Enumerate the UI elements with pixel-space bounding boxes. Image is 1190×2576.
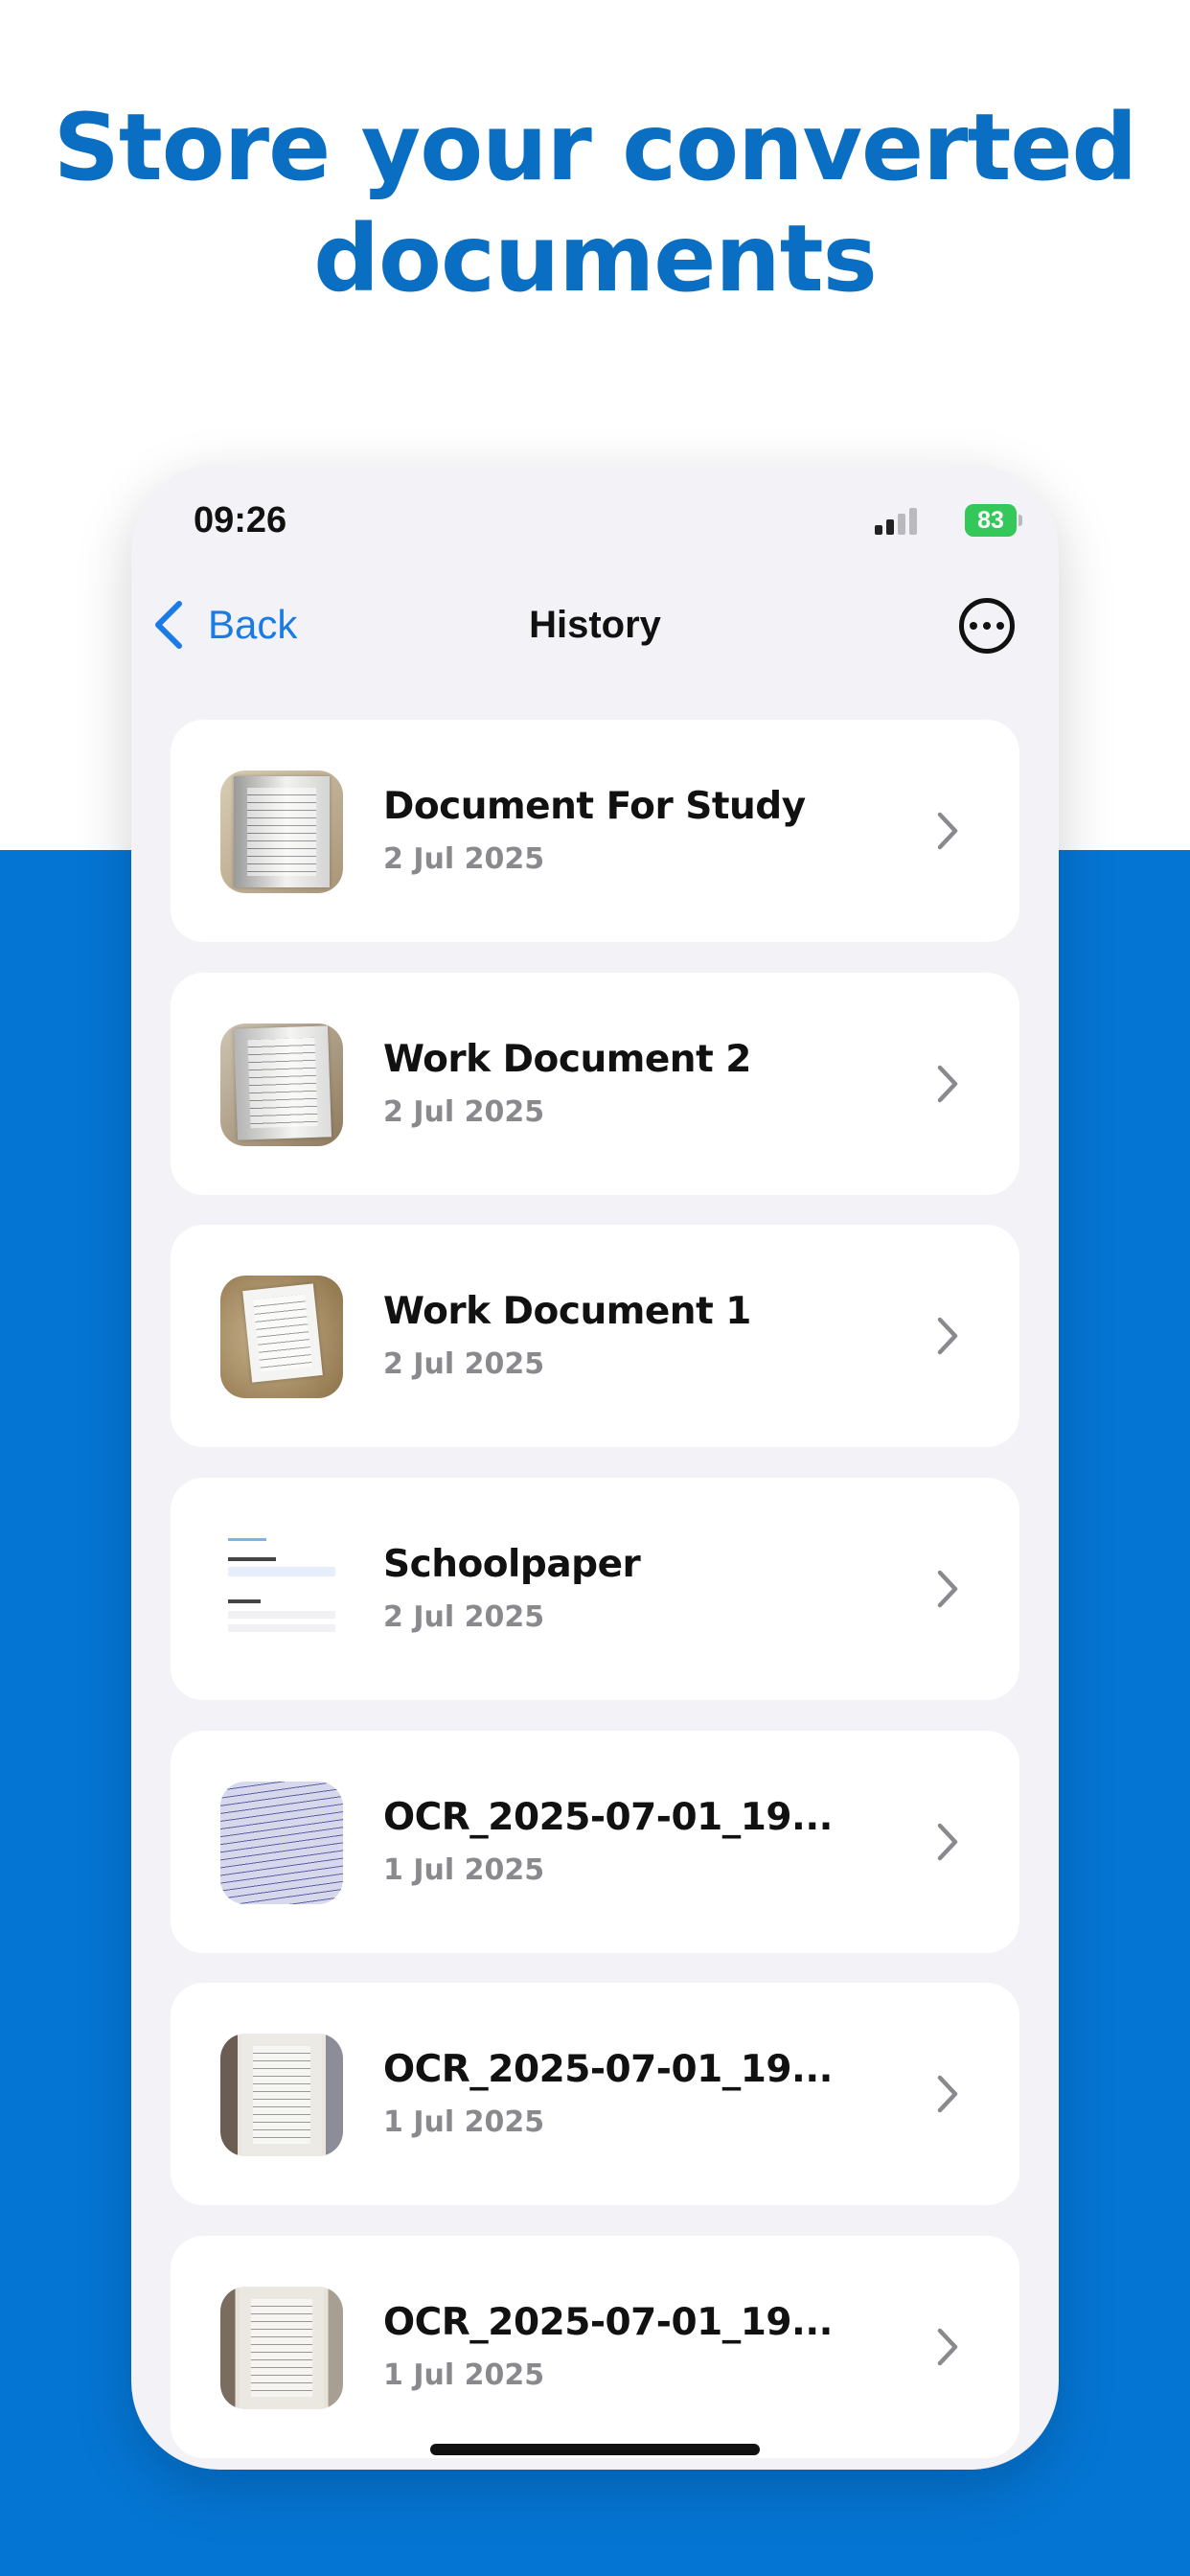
chevron-right-icon	[937, 2328, 958, 2366]
document-date: 1 Jul 2025	[383, 2358, 545, 2392]
history-item-schoolpaper[interactable]: Schoolpaper 2 Jul 2025	[171, 1478, 1019, 1700]
document-date: 2 Jul 2025	[383, 1600, 545, 1634]
document-title: Work Document 1	[383, 1290, 751, 1333]
document-date: 2 Jul 2025	[383, 1347, 545, 1381]
document-date: 1 Jul 2025	[383, 1853, 545, 1887]
home-indicator[interactable]	[430, 2444, 760, 2455]
document-date: 2 Jul 2025	[383, 1095, 545, 1129]
history-item-work-document-2[interactable]: Work Document 2 2 Jul 2025	[171, 973, 1019, 1195]
chevron-right-icon	[937, 2075, 958, 2113]
document-thumbnail	[220, 1024, 343, 1146]
battery-icon: 83	[965, 504, 1022, 537]
document-title: Work Document 2	[383, 1038, 751, 1081]
document-thumbnail	[220, 1782, 343, 1904]
document-date: 2 Jul 2025	[383, 842, 545, 876]
document-title: OCR_2025-07-01_19...	[383, 2048, 834, 2091]
more-options-icon[interactable]	[959, 598, 1015, 654]
document-title: OCR_2025-07-01_19...	[383, 2301, 834, 2344]
phone-screen: 09:26 83 Back History Document For Study…	[131, 464, 1059, 2470]
history-item-document-for-study[interactable]: Document For Study 2 Jul 2025	[171, 720, 1019, 942]
document-thumbnail	[220, 770, 343, 893]
document-thumbnail	[220, 1529, 343, 1651]
chevron-right-icon	[937, 1317, 958, 1355]
history-item-ocr-2[interactable]: OCR_2025-07-01_19... 1 Jul 2025	[171, 1983, 1019, 2205]
document-title: Schoolpaper	[383, 1543, 641, 1586]
headline-line-1: Store your converted	[53, 94, 1137, 201]
chevron-right-icon	[937, 812, 958, 850]
chevron-right-icon	[937, 1065, 958, 1103]
battery-level: 83	[977, 507, 1004, 534]
history-item-ocr-1[interactable]: OCR_2025-07-01_19... 1 Jul 2025	[171, 1731, 1019, 1953]
document-date: 1 Jul 2025	[383, 2105, 545, 2139]
document-title: OCR_2025-07-01_19...	[383, 1796, 834, 1839]
history-item-ocr-3[interactable]: OCR_2025-07-01_19... 1 Jul 2025	[171, 2236, 1019, 2458]
document-title: Document For Study	[383, 785, 806, 828]
signal-icon	[875, 506, 917, 535]
headline-line-2: documents	[313, 205, 877, 312]
status-time: 09:26	[194, 500, 287, 540]
history-item-work-document-1[interactable]: Work Document 1 2 Jul 2025	[171, 1225, 1019, 1447]
marketing-headline: Store your converted documents	[0, 92, 1190, 314]
chevron-right-icon	[937, 1570, 958, 1608]
document-thumbnail	[220, 1276, 343, 1398]
document-thumbnail	[220, 2034, 343, 2156]
page-title: History	[529, 604, 661, 646]
chevron-right-icon	[937, 1823, 958, 1861]
document-thumbnail	[220, 2287, 343, 2409]
